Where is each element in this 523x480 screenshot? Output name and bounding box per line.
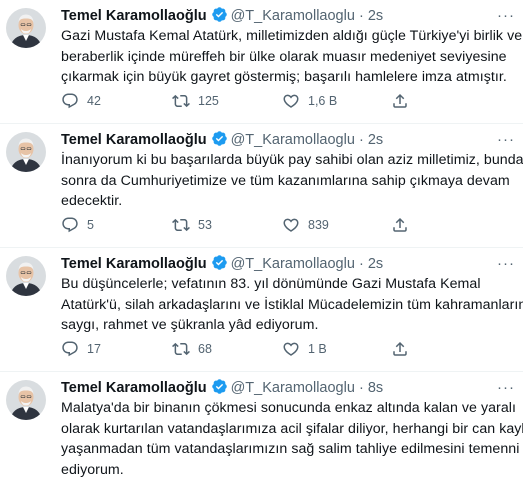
reply-count: 5 (87, 216, 94, 234)
tweet[interactable]: Temel Karamollaoğlu @T_Karamollaoglu · 2s… (0, 0, 523, 124)
tweet-line: İnanıyorum ki bu başarılarda büyük pay s… (61, 150, 513, 171)
more-icon[interactable]: ··· (497, 6, 515, 26)
retweet-icon (172, 216, 190, 234)
tweet-actions: 17 68 1 B (0, 340, 523, 360)
tweet-line: olarak kurtarılan vatandaşlarımıza acil … (61, 419, 513, 440)
tweet-line: ediyorum. (61, 460, 513, 480)
author-handle[interactable]: @T_Karamollaoglu (231, 8, 355, 24)
retweet-count: 53 (198, 216, 212, 234)
tweet-text: İnanıyorum ki bu başarılarda büyük pay s… (61, 150, 513, 212)
tweet-line: sonra da Cumhuriyetimize ve tüm kazanıml… (61, 171, 513, 192)
reply-button[interactable]: 5 (61, 216, 94, 234)
separator-dot: · (359, 256, 364, 272)
like-button[interactable]: 1 B (282, 340, 327, 358)
tweet-text: Gazi Mustafa Kemal Atatürk, milletimizde… (61, 26, 513, 88)
separator-dot: · (359, 380, 364, 396)
timestamp[interactable]: 8s (368, 380, 383, 396)
tweet[interactable]: Temel Karamollaoğlu @T_Karamollaoglu · 8s… (0, 372, 523, 466)
author-name[interactable]: Temel Karamollaoğlu (61, 380, 207, 396)
author-handle[interactable]: @T_Karamollaoglu (231, 380, 355, 396)
tweet-line: edecektir. (61, 191, 513, 212)
tweet-line: Malatya'da bir binanın çökmesi sonucunda… (61, 398, 513, 419)
author-name[interactable]: Temel Karamollaoğlu (61, 132, 207, 148)
tweet-header: Temel Karamollaoğlu @T_Karamollaoglu · 8s… (61, 378, 513, 398)
like-icon (282, 92, 300, 110)
tweet-line: beraberlik içinde müreffeh bir ülke olar… (61, 47, 513, 68)
like-icon (282, 216, 300, 234)
more-icon[interactable]: ··· (497, 130, 515, 150)
share-icon (391, 340, 409, 358)
retweet-button[interactable]: 125 (172, 92, 219, 110)
avatar[interactable] (6, 256, 46, 296)
verified-badge-icon (211, 6, 228, 29)
more-icon[interactable]: ··· (497, 378, 515, 398)
share-button[interactable] (391, 92, 409, 110)
separator-dot: · (359, 8, 364, 24)
reply-icon (61, 92, 79, 110)
reply-icon (61, 216, 79, 234)
author-handle[interactable]: @T_Karamollaoglu (231, 132, 355, 148)
tweet-actions: 5 53 839 (0, 216, 523, 236)
retweet-icon (172, 92, 190, 110)
reply-button[interactable]: 42 (61, 92, 101, 110)
tweet-text: Bu düşüncelerle; vefatının 83. yıl dönüm… (61, 274, 513, 336)
timestamp[interactable]: 2s (368, 8, 383, 24)
tweet-line: Gazi Mustafa Kemal Atatürk, milletimizde… (61, 26, 513, 47)
retweet-count: 68 (198, 340, 212, 358)
timestamp[interactable]: 2s (368, 132, 383, 148)
tweet-actions: 42 125 1,6 B (0, 92, 523, 112)
verified-badge-icon (211, 130, 228, 153)
share-icon (391, 216, 409, 234)
tweet-line: çıkarmak için büyük gayret göstermiş; ba… (61, 67, 513, 88)
retweet-button[interactable]: 68 (172, 340, 212, 358)
author-name[interactable]: Temel Karamollaoğlu (61, 8, 207, 24)
like-count: 839 (308, 216, 329, 234)
author-handle[interactable]: @T_Karamollaoglu (231, 256, 355, 272)
tweet[interactable]: Temel Karamollaoğlu @T_Karamollaoglu · 2s… (0, 124, 523, 248)
verified-badge-icon (211, 378, 228, 401)
share-icon (391, 92, 409, 110)
separator-dot: · (359, 132, 364, 148)
tweet-line: saygı, rahmet ve şükranla yâd ediyorum. (61, 315, 513, 336)
tweet[interactable]: Temel Karamollaoğlu @T_Karamollaoglu · 2s… (0, 248, 523, 372)
like-icon (282, 340, 300, 358)
share-button[interactable] (391, 216, 409, 234)
reply-button[interactable]: 17 (61, 340, 101, 358)
reply-count: 17 (87, 340, 101, 358)
like-button[interactable]: 1,6 B (282, 92, 337, 110)
more-icon[interactable]: ··· (497, 254, 515, 274)
avatar[interactable] (6, 132, 46, 172)
tweet-line: Atatürk'ü, silah arkadaşlarını ve İstikl… (61, 295, 513, 316)
author-name[interactable]: Temel Karamollaoğlu (61, 256, 207, 272)
like-count: 1 B (308, 340, 327, 358)
tweet-line: yaşanmadan tüm vatandaşlarımızın sağ sal… (61, 439, 513, 460)
like-button[interactable]: 839 (282, 216, 329, 234)
like-count: 1,6 B (308, 92, 337, 110)
reply-count: 42 (87, 92, 101, 110)
tweet-text: Malatya'da bir binanın çökmesi sonucunda… (61, 398, 513, 480)
tweet-header: Temel Karamollaoğlu @T_Karamollaoglu · 2s… (61, 130, 513, 150)
retweet-button[interactable]: 53 (172, 216, 212, 234)
tweet-header: Temel Karamollaoğlu @T_Karamollaoglu · 2s… (61, 6, 513, 26)
avatar[interactable] (6, 8, 46, 48)
avatar[interactable] (6, 380, 46, 420)
retweet-count: 125 (198, 92, 219, 110)
timestamp[interactable]: 2s (368, 256, 383, 272)
retweet-icon (172, 340, 190, 358)
tweet-header: Temel Karamollaoğlu @T_Karamollaoglu · 2s… (61, 254, 513, 274)
reply-icon (61, 340, 79, 358)
tweet-line: Bu düşüncelerle; vefatının 83. yıl dönüm… (61, 274, 513, 295)
share-button[interactable] (391, 340, 409, 358)
verified-badge-icon (211, 254, 228, 277)
